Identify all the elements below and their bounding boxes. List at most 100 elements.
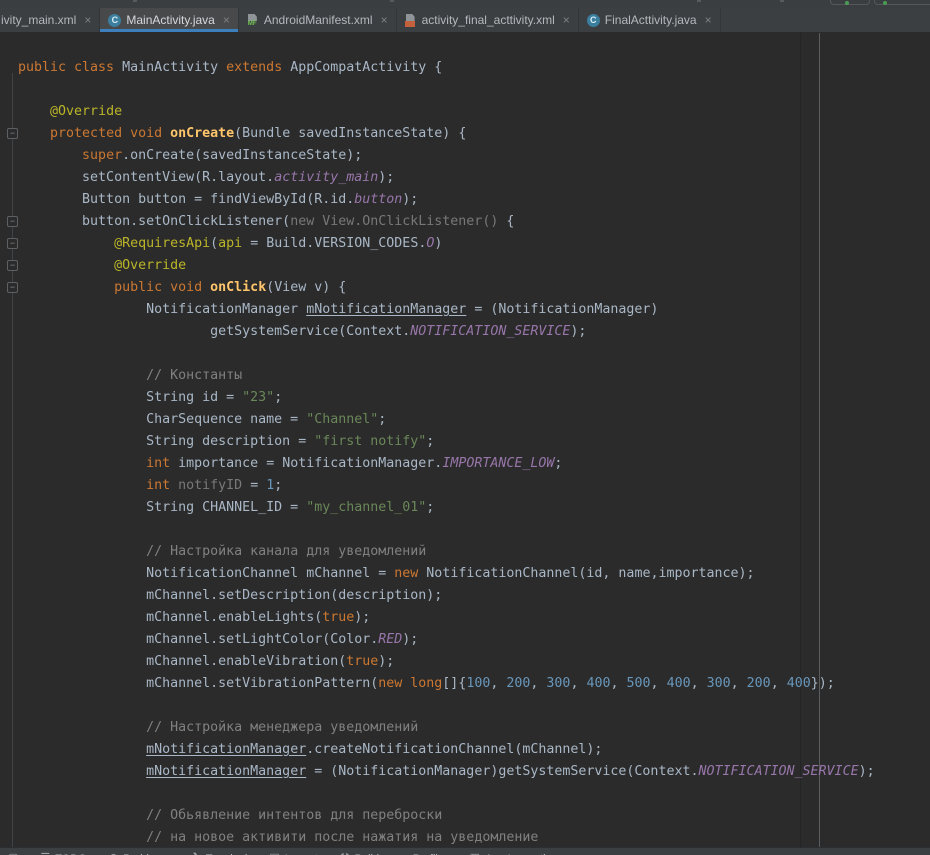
code-segment: 400	[787, 676, 811, 691]
fold-toggle-icon[interactable]: −	[7, 238, 18, 249]
tab-androidmanifest-xml[interactable]: MFAndroidManifest.xml×	[239, 8, 397, 32]
tab-label: FinalActtivity.java	[605, 13, 697, 27]
code-segment: =	[242, 478, 266, 493]
code-line[interactable]: int notifyID = 1;	[0, 475, 930, 497]
tab-activity-final-acttivity-xml[interactable]: activity_final_acttivity.xml×	[397, 8, 579, 32]
code-segment: ;	[274, 478, 282, 493]
code-line[interactable]: NotificationChannel mChannel = new Notif…	[0, 563, 930, 585]
code-line[interactable]: protected void onCreate(Bundle savedInst…	[0, 123, 930, 145]
code-line[interactable]: getSystemService(Context.NOTIFICATION_SE…	[0, 321, 930, 343]
code-segment: 200	[506, 676, 530, 691]
close-icon[interactable]: ×	[84, 14, 91, 26]
code-segment: ,	[490, 676, 506, 691]
fold-toggle-icon[interactable]: −	[7, 128, 18, 139]
code-area[interactable]: public class MainActivity extends AppCom…	[0, 57, 930, 847]
tab-label: AndroidManifest.xml	[264, 13, 373, 27]
code-line[interactable]	[0, 695, 930, 717]
code-line[interactable]: public void onClick(View v) {	[0, 277, 930, 299]
close-icon[interactable]: ×	[223, 14, 230, 26]
code-segment: 500	[627, 676, 651, 691]
code-segment: @RequiresApi	[114, 236, 210, 251]
code-segment: );	[378, 654, 394, 669]
close-icon[interactable]: ×	[705, 14, 712, 26]
device-widget[interactable]	[874, 0, 930, 5]
code-line[interactable]: // на новое активити после нажатия на ув…	[0, 827, 930, 847]
code-line[interactable]: @Override	[0, 255, 930, 277]
code-line[interactable]: mChannel.setLightColor(Color.RED);	[0, 629, 930, 651]
code-line[interactable]: mChannel.enableLights(true);	[0, 607, 930, 629]
code-segment: 400	[667, 676, 691, 691]
code-line[interactable]: CharSequence name = "Channel";	[0, 409, 930, 431]
code-segment: RED	[378, 632, 402, 647]
code-line[interactable]: setContentView(R.layout.activity_main);	[0, 167, 930, 189]
code-line[interactable]: // Настройка менеджера уведомлений	[0, 717, 930, 739]
code-line[interactable]: String description = "first notify";	[0, 431, 930, 453]
fold-toggle-icon[interactable]: −	[7, 282, 18, 293]
tab-mainactivity-java[interactable]: CMainActivity.java×	[100, 8, 239, 32]
code-segment: );	[402, 192, 418, 207]
code-segment: IMPORTANCE_LOW	[442, 456, 554, 471]
code-segment	[18, 104, 50, 119]
code-segment: true	[346, 654, 378, 669]
code-segment: activity_main	[274, 170, 378, 185]
code-line[interactable]: Button button = findViewById(R.id.button…	[0, 189, 930, 211]
code-editor[interactable]: − − − − − public class MainActivity extends …	[0, 33, 930, 847]
code-line[interactable]	[0, 343, 930, 365]
code-line[interactable]: NotificationManager mNotificationManager…	[0, 299, 930, 321]
code-segment: ;	[274, 390, 282, 405]
code-segment: = Build.VERSION_CODES.	[242, 236, 426, 251]
code-segment: "23"	[242, 390, 274, 405]
code-line[interactable]: String CHANNEL_ID = "my_channel_01";	[0, 497, 930, 519]
code-segment: int	[146, 456, 170, 471]
code-line[interactable]: @Override	[0, 101, 930, 123]
code-segment	[18, 830, 146, 845]
code-line[interactable]: mChannel.setVibrationPattern(new long[]{…	[0, 673, 930, 695]
code-line[interactable]	[0, 79, 930, 101]
code-segment: );	[354, 610, 370, 625]
code-segment: (Bundle savedInstanceState) {	[234, 126, 466, 141]
code-segment: String CHANNEL_ID =	[18, 500, 306, 515]
code-segment: api	[218, 236, 242, 251]
code-segment: mChannel.enableVibration(	[18, 654, 346, 669]
code-segment: "Channel"	[306, 412, 378, 427]
code-line[interactable]: @RequiresApi(api = Build.VERSION_CODES.O…	[0, 233, 930, 255]
code-segment: mChannel.enableLights(	[18, 610, 322, 625]
tab-ivity-main-xml[interactable]: ivity_main.xml ×	[0, 8, 100, 32]
close-icon[interactable]: ×	[563, 14, 570, 26]
toolbar-icon-edge	[697, 0, 701, 2]
code-line[interactable]: int importance = NotificationManager.IMP…	[0, 453, 930, 475]
code-segment: mChannel.setDescription(description);	[18, 588, 442, 603]
toolbar-icon-edge	[133, 0, 137, 2]
code-segment	[18, 280, 114, 295]
main-toolbar	[0, 0, 930, 8]
fold-toggle-icon[interactable]: −	[7, 260, 18, 271]
tab-finalacttivity-java[interactable]: CFinalActtivity.java×	[579, 8, 721, 32]
code-segment: = (NotificationManager)getSystemService(…	[306, 764, 698, 779]
code-line[interactable]: super.onCreate(savedInstanceState);	[0, 145, 930, 167]
tab-label: ivity_main.xml	[1, 13, 76, 27]
code-line[interactable]: button.setOnClickListener(new View.OnCli…	[0, 211, 930, 233]
code-line[interactable]: mNotificationManager = (NotificationMana…	[0, 761, 930, 783]
code-line[interactable]: public class MainActivity extends AppCom…	[0, 57, 930, 79]
code-line[interactable]: // Константы	[0, 365, 930, 387]
code-segment: extends	[226, 60, 290, 75]
code-line[interactable]: mChannel.enableVibration(true);	[0, 651, 930, 673]
code-line[interactable]: mChannel.setDescription(description);	[0, 585, 930, 607]
code-segment: // Настройка менеджера уведомлений	[146, 720, 418, 735]
code-line[interactable]: String id = "23";	[0, 387, 930, 409]
code-segment: );	[570, 324, 586, 339]
code-line[interactable]: // Обьявление интентов для переброски	[0, 805, 930, 827]
status-bar: ▢☰TODO⊙Problems❯Terminal▤Logcat⚒Build◔Pr…	[0, 847, 930, 855]
code-segment: ,	[530, 676, 546, 691]
code-line[interactable]	[0, 783, 930, 805]
close-icon[interactable]: ×	[381, 14, 388, 26]
code-segment: .onCreate(savedInstanceState);	[122, 148, 362, 163]
fold-toggle-icon[interactable]: −	[7, 216, 18, 227]
code-segment: )	[434, 236, 442, 251]
code-segment: @Override	[50, 104, 122, 119]
toolbar-icon-edge	[780, 0, 784, 2]
run-widget[interactable]	[830, 0, 870, 5]
code-line[interactable]: // Настройка канала для уведомлений	[0, 541, 930, 563]
code-line[interactable]	[0, 519, 930, 541]
code-line[interactable]: mNotificationManager.createNotificationC…	[0, 739, 930, 761]
